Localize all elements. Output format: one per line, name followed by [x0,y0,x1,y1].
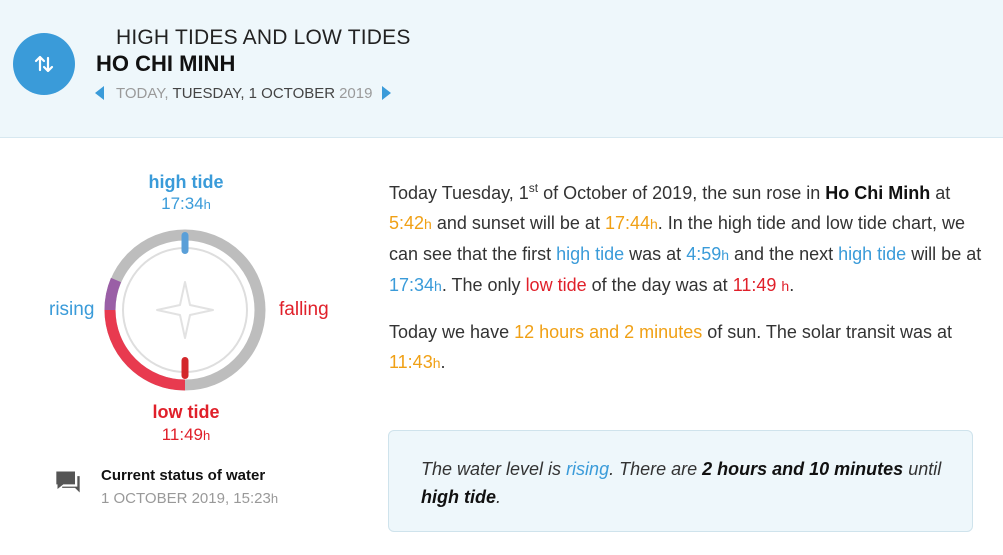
sunrise-time: 5:42h [389,213,432,233]
status-date: 1 OCTOBER 2019, 15:23h [101,490,279,507]
tide-description: Today Tuesday, 1st of October of 2019, t… [389,178,989,394]
chat-icon [56,471,80,493]
sun-paragraph: Today we have 12 hours and 2 minutes of … [389,322,952,372]
tide-dial-panel: high tide 17:34h rising falling low tide… [0,138,370,555]
next-high-tide-time: 17:34h [389,275,442,295]
swap-vertical-icon [13,33,75,95]
date-day: TUESDAY, 1 OCTOBER [172,84,336,102]
tide-rising-arc [104,277,122,311]
low-tide-marker [181,357,189,379]
date-navigator: TODAY, TUESDAY, 1 OCTOBER 2019 [95,84,392,102]
high-tide-marker [181,232,189,254]
tide-low-arc [104,309,186,391]
water-status-text: The water level is rising. There are 2 h… [421,459,942,507]
page-kicker: HIGH TIDES AND LOW TIDES [116,26,411,49]
solar-transit-time: 11:43h [389,352,441,372]
tide-paragraph: Today Tuesday, 1st of October of 2019, t… [389,181,982,295]
tide-dial [104,229,266,391]
high-tide-time: 17:34h [161,194,211,213]
falling-label: falling [279,299,329,320]
low-tide-time-text: 11:49 h [732,275,790,295]
status-title: Current status of water [101,467,266,484]
header: HIGH TIDES AND LOW TIDES HO CHI MINH TOD… [0,0,1003,138]
inner-ring [122,247,248,373]
date-year: 2019 [339,84,373,102]
previous-day-arrow-icon[interactable] [95,86,104,100]
page-title: HO CHI MINH [96,51,236,76]
rising-label: rising [49,299,95,320]
low-tide-label: low tide [152,402,220,422]
next-day-arrow-icon[interactable] [382,86,392,100]
compass-star-icon [156,281,214,339]
water-status-box: The water level is rising. There are 2 h… [388,430,973,532]
date-today: TODAY, [116,84,169,102]
first-high-tide-time: 4:59h [686,244,730,264]
low-tide-time: 11:49h [161,425,211,444]
sunset-time: 17:44h [604,213,658,233]
high-tide-label: high tide [148,172,224,192]
